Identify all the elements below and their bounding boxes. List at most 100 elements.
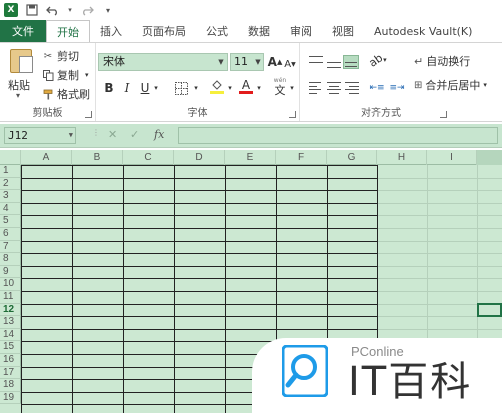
row-header[interactable]: 17 xyxy=(0,366,21,380)
column-header[interactable]: C xyxy=(123,150,174,165)
bold-button[interactable]: B xyxy=(102,79,116,97)
font-color-dropdown-icon[interactable]: ▾ xyxy=(255,79,263,97)
tab-data[interactable]: 数据 xyxy=(238,20,280,42)
font-name-select[interactable]: 宋体 ▼ xyxy=(98,53,228,71)
gridline xyxy=(377,253,502,255)
row-header[interactable]: 14 xyxy=(0,328,21,342)
alignment-launcher-icon[interactable] xyxy=(440,111,447,118)
fill-color-dropdown-icon[interactable]: ▾ xyxy=(226,79,234,97)
paste-dropdown-icon[interactable]: ▾ xyxy=(16,91,20,100)
wrap-text-icon: ↵ xyxy=(414,54,424,68)
copy-button[interactable]: 复制 ▾ xyxy=(42,67,89,83)
formula-input[interactable] xyxy=(178,127,498,144)
tab-file[interactable]: 文件 xyxy=(0,20,46,42)
column-header[interactable]: D xyxy=(174,150,225,165)
active-cell-selection[interactable] xyxy=(477,303,502,317)
undo-icon[interactable] xyxy=(46,3,60,17)
align-right-icon[interactable] xyxy=(344,81,360,95)
row-header[interactable]: 5 xyxy=(0,215,21,228)
merge-center-button[interactable]: ⊞ 合并后居中 ▾ xyxy=(414,77,487,93)
customize-icon[interactable]: ▾ xyxy=(101,3,115,17)
format-painter-button[interactable]: 格式刷 xyxy=(42,86,90,102)
orientation-icon: ab xyxy=(366,50,386,70)
tab-formulas[interactable]: 公式 xyxy=(196,20,238,42)
row-header[interactable]: 7 xyxy=(0,240,21,254)
align-middle-icon[interactable] xyxy=(326,55,342,69)
column-header[interactable]: I xyxy=(427,150,477,165)
column-header[interactable]: A xyxy=(21,150,72,165)
shrink-font-label: A xyxy=(284,58,292,70)
formula-bar: J12 ▼ ⋮ ✕ ✓ fx xyxy=(0,124,502,148)
column-header[interactable]: F xyxy=(276,150,327,165)
align-left-icon[interactable] xyxy=(308,81,324,95)
row-header[interactable]: 10 xyxy=(0,278,21,291)
column-header[interactable]: G xyxy=(327,150,377,165)
row-header[interactable]: 19 xyxy=(0,391,21,405)
row-header[interactable]: 13 xyxy=(0,316,21,329)
underline-button[interactable]: U xyxy=(138,79,152,97)
tab-view[interactable]: 视图 xyxy=(322,20,364,42)
align-bottom-icon[interactable] xyxy=(343,55,359,69)
clipboard-launcher-icon[interactable] xyxy=(85,111,92,118)
row-header[interactable]: 6 xyxy=(0,228,21,241)
row-border xyxy=(21,190,377,192)
name-box[interactable]: J12 ▼ xyxy=(4,127,76,144)
align-top-icon[interactable] xyxy=(308,55,324,69)
row-header[interactable]: 9 xyxy=(0,265,21,279)
select-all-corner[interactable] xyxy=(0,150,21,165)
tab-home[interactable]: 开始 xyxy=(46,20,90,42)
confirm-icon[interactable]: ✓ xyxy=(130,128,139,141)
column-header[interactable]: B xyxy=(72,150,123,165)
merge-center-label: 合并后居中 xyxy=(425,79,481,92)
tab-review[interactable]: 审阅 xyxy=(280,20,322,42)
cut-button[interactable]: ✂ 剪切 xyxy=(42,48,79,64)
paste-icon[interactable] xyxy=(10,49,33,73)
save-icon[interactable] xyxy=(25,3,39,17)
undo-dropdown-icon[interactable]: ▾ xyxy=(67,3,73,17)
row-header[interactable]: 16 xyxy=(0,354,21,367)
insert-function-icon[interactable]: fx xyxy=(154,128,164,141)
cancel-icon[interactable]: ✕ xyxy=(108,128,117,141)
row-header[interactable]: 15 xyxy=(0,341,21,354)
column-header[interactable]: E xyxy=(225,150,276,165)
row-header[interactable]: 12 xyxy=(0,303,21,317)
copy-dropdown-icon[interactable]: ▾ xyxy=(85,71,89,79)
italic-button[interactable]: I xyxy=(120,79,134,97)
row-header[interactable]: 1 xyxy=(0,165,21,178)
orientation-button[interactable]: ab ▾ xyxy=(366,50,388,70)
decrease-indent-icon[interactable]: ⇤≡ xyxy=(368,79,386,97)
phonetic-button[interactable]: wén 文 xyxy=(272,77,288,97)
row-border xyxy=(21,253,377,255)
font-launcher-icon[interactable] xyxy=(289,111,296,118)
font-color-button[interactable]: A xyxy=(238,77,254,95)
wrap-text-button[interactable]: ↵ 自动换行 xyxy=(414,53,470,69)
phonetic-dropdown-icon[interactable]: ▾ xyxy=(288,79,296,97)
underline-dropdown-icon[interactable]: ▾ xyxy=(152,79,160,97)
borders-button[interactable] xyxy=(172,79,190,97)
shrink-font-button[interactable]: A ▼ xyxy=(284,55,296,73)
chevron-down-icon: ▼ xyxy=(218,58,224,66)
column-header[interactable]: H xyxy=(377,150,427,165)
row-header[interactable]: 4 xyxy=(0,202,21,216)
fill-color-button[interactable] xyxy=(208,77,226,95)
tab-insert[interactable]: 插入 xyxy=(90,20,132,42)
redo-icon[interactable] xyxy=(80,3,94,17)
phonetic-label: 文 xyxy=(274,84,286,97)
row-header[interactable]: 3 xyxy=(0,190,21,203)
increase-indent-icon[interactable]: ≡⇥ xyxy=(388,79,406,97)
grow-font-button[interactable]: A ▲ xyxy=(268,53,283,71)
tab-autodesk-vault[interactable]: Autodesk Vault(K) xyxy=(364,20,482,42)
align-center-icon[interactable] xyxy=(326,81,342,95)
scissors-icon: ✂ xyxy=(43,50,53,62)
borders-dropdown-icon[interactable]: ▾ xyxy=(192,79,200,97)
column-header-j[interactable] xyxy=(477,150,502,165)
column-border xyxy=(21,165,22,413)
tab-page-layout[interactable]: 页面布局 xyxy=(132,20,196,42)
row-header[interactable]: 2 xyxy=(0,177,21,191)
row-border xyxy=(21,291,377,292)
chevron-down-icon[interactable]: ▾ xyxy=(483,81,487,89)
row-header[interactable]: 18 xyxy=(0,379,21,392)
font-size-select[interactable]: 11 ▼ xyxy=(230,53,264,71)
row-header[interactable]: 11 xyxy=(0,291,21,304)
row-header[interactable]: 8 xyxy=(0,253,21,266)
